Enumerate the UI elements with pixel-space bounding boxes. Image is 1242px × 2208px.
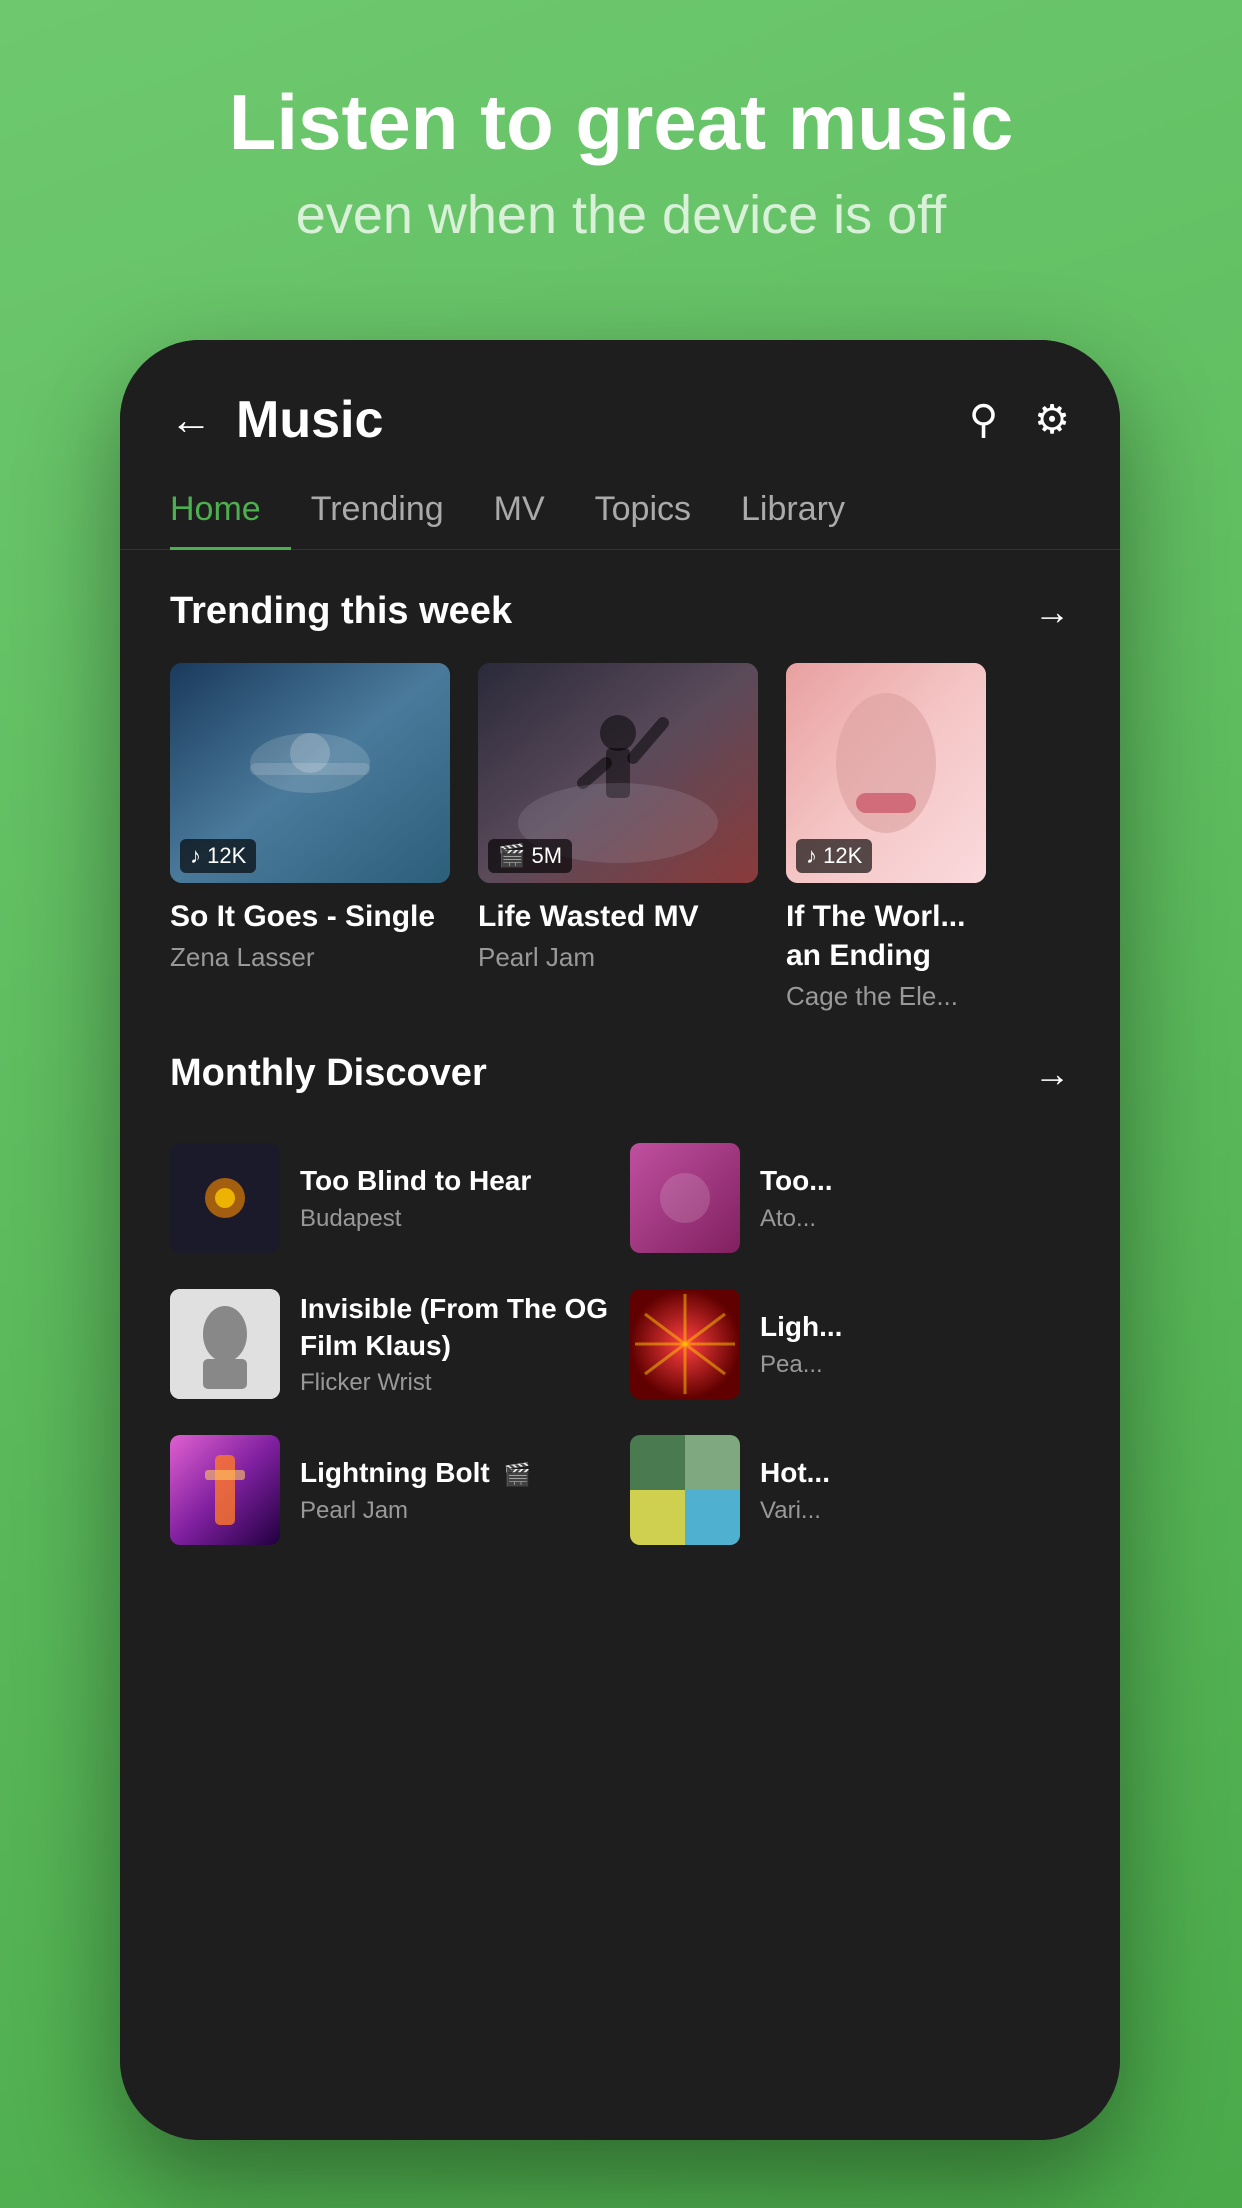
- settings-icon[interactable]: ⚙: [1034, 397, 1070, 443]
- trending-card-artist-3: Cage the Ele...: [786, 981, 986, 1012]
- top-bar: ← Music ⚲ ⚙: [120, 340, 1120, 470]
- monthly-item-3[interactable]: Lightning Bolt 🎬 Pearl Jam: [170, 1417, 610, 1563]
- trending-card-1[interactable]: ♪ 12K So It Goes - Single Zena Lasser: [170, 663, 450, 1012]
- tab-library[interactable]: Library: [741, 470, 875, 549]
- monthly-columns: Too Blind to Hear Budapest: [170, 1125, 1070, 1563]
- monthly-right-item-info-3: Hot... Vari...: [760, 1455, 830, 1524]
- monthly-item-title-1: Too Blind to Hear: [300, 1163, 531, 1199]
- monthly-right-item-artist-3: Vari...: [760, 1497, 830, 1525]
- phone-frame: ← Music ⚲ ⚙ Home Trending MV Topics Libr…: [120, 340, 1120, 2140]
- monthly-item-1[interactable]: Too Blind to Hear Budapest: [170, 1125, 610, 1271]
- monthly-arrow[interactable]: →: [1034, 1053, 1070, 1095]
- monthly-left-col: Too Blind to Hear Budapest: [170, 1125, 610, 1563]
- monthly-item-artist-3: Pearl Jam: [300, 1497, 531, 1525]
- trending-arrow[interactable]: →: [1034, 591, 1070, 633]
- trending-scroll: ♪ 12K So It Goes - Single Zena Lasser: [170, 663, 1070, 1012]
- monthly-header: Monthly Discover →: [170, 1052, 1070, 1095]
- hero-title: Listen to great music: [0, 80, 1242, 166]
- monthly-right-item-title-1: Too...: [760, 1163, 833, 1199]
- tab-home[interactable]: Home: [170, 470, 291, 549]
- monthly-section: Monthly Discover →: [120, 1032, 1120, 1583]
- monthly-item-title-3: Lightning Bolt 🎬: [300, 1455, 531, 1491]
- monthly-title: Monthly Discover: [170, 1052, 487, 1095]
- monthly-item-info-2: Invisible (From The OG Film Klaus) Flick…: [300, 1291, 610, 1397]
- trending-card-title-1: So It Goes - Single: [170, 897, 450, 936]
- monthly-item-info-3: Lightning Bolt 🎬 Pearl Jam: [300, 1455, 531, 1524]
- trending-card-artist-2: Pearl Jam: [478, 942, 758, 973]
- trending-section: Trending this week →: [120, 550, 1120, 1032]
- trending-thumb-1: ♪ 12K: [170, 663, 450, 883]
- trending-card-title-3: If The Worl... an Ending: [786, 897, 986, 975]
- monthly-thumb-gradient-3: [170, 1435, 280, 1545]
- tab-mv[interactable]: MV: [494, 470, 575, 549]
- monthly-item-artist-1: Budapest: [300, 1205, 531, 1233]
- trending-card-2[interactable]: 🎬 5M Life Wasted MV Pearl Jam: [478, 663, 758, 1012]
- trending-thumb-3: ♪ 12K: [786, 663, 986, 883]
- monthly-right-item-artist-1: Ato...: [760, 1205, 833, 1233]
- search-icon[interactable]: ⚲: [969, 397, 998, 443]
- monthly-item-info-1: Too Blind to Hear Budapest: [300, 1163, 531, 1232]
- monthly-right-item-3[interactable]: Hot... Vari...: [630, 1417, 1070, 1563]
- monthly-right-item-info-1: Too... Ato...: [760, 1163, 833, 1232]
- hero-subtitle: even when the device is off: [0, 184, 1242, 246]
- trending-badge-3: ♪ 12K: [796, 839, 872, 873]
- app-title: Music: [236, 390, 969, 450]
- monthly-right-thumb-2: [630, 1289, 740, 1399]
- monthly-right-item-title-2: Ligh...: [760, 1309, 842, 1345]
- monthly-item-title-2: Invisible (From The OG Film Klaus): [300, 1291, 610, 1364]
- back-button[interactable]: ←: [170, 396, 212, 444]
- trending-header: Trending this week →: [170, 590, 1070, 633]
- monthly-thumb-white-2: [170, 1289, 280, 1399]
- monthly-right-item-info-2: Ligh... Pea...: [760, 1309, 842, 1378]
- monthly-right-item-artist-2: Pea...: [760, 1351, 842, 1379]
- tab-topics[interactable]: Topics: [595, 470, 721, 549]
- trending-card-title-2: Life Wasted MV: [478, 897, 758, 936]
- top-bar-icons: ⚲ ⚙: [969, 397, 1070, 443]
- trending-thumb-2: 🎬 5M: [478, 663, 758, 883]
- trending-card-artist-1: Zena Lasser: [170, 942, 450, 973]
- tab-trending[interactable]: Trending: [311, 470, 474, 549]
- monthly-right-thumb-1: [630, 1143, 740, 1253]
- video-icon-3: 🎬: [504, 1461, 531, 1490]
- monthly-right-thumb-3: [630, 1435, 740, 1545]
- hero-section: Listen to great music even when the devi…: [0, 80, 1242, 246]
- monthly-right-item-title-3: Hot...: [760, 1455, 830, 1491]
- bottom-fade: [120, 2060, 1120, 2140]
- trending-badge-1: ♪ 12K: [180, 839, 256, 873]
- monthly-right-item-2[interactable]: Ligh... Pea...: [630, 1271, 1070, 1417]
- trending-card-3[interactable]: ♪ 12K If The Worl... an Ending Cage the …: [786, 663, 986, 1012]
- monthly-right-col: Too... Ato...: [630, 1125, 1070, 1563]
- monthly-item-artist-2: Flicker Wrist: [300, 1369, 610, 1397]
- trending-badge-2: 🎬 5M: [488, 839, 572, 873]
- tabs-bar: Home Trending MV Topics Library: [120, 470, 1120, 550]
- monthly-thumb-dark-1: [170, 1143, 280, 1253]
- phone-content: ← Music ⚲ ⚙ Home Trending MV Topics Libr…: [120, 340, 1120, 2140]
- trending-title: Trending this week: [170, 590, 512, 633]
- monthly-right-item-1[interactable]: Too... Ato...: [630, 1125, 1070, 1271]
- monthly-item-2[interactable]: Invisible (From The OG Film Klaus) Flick…: [170, 1271, 610, 1417]
